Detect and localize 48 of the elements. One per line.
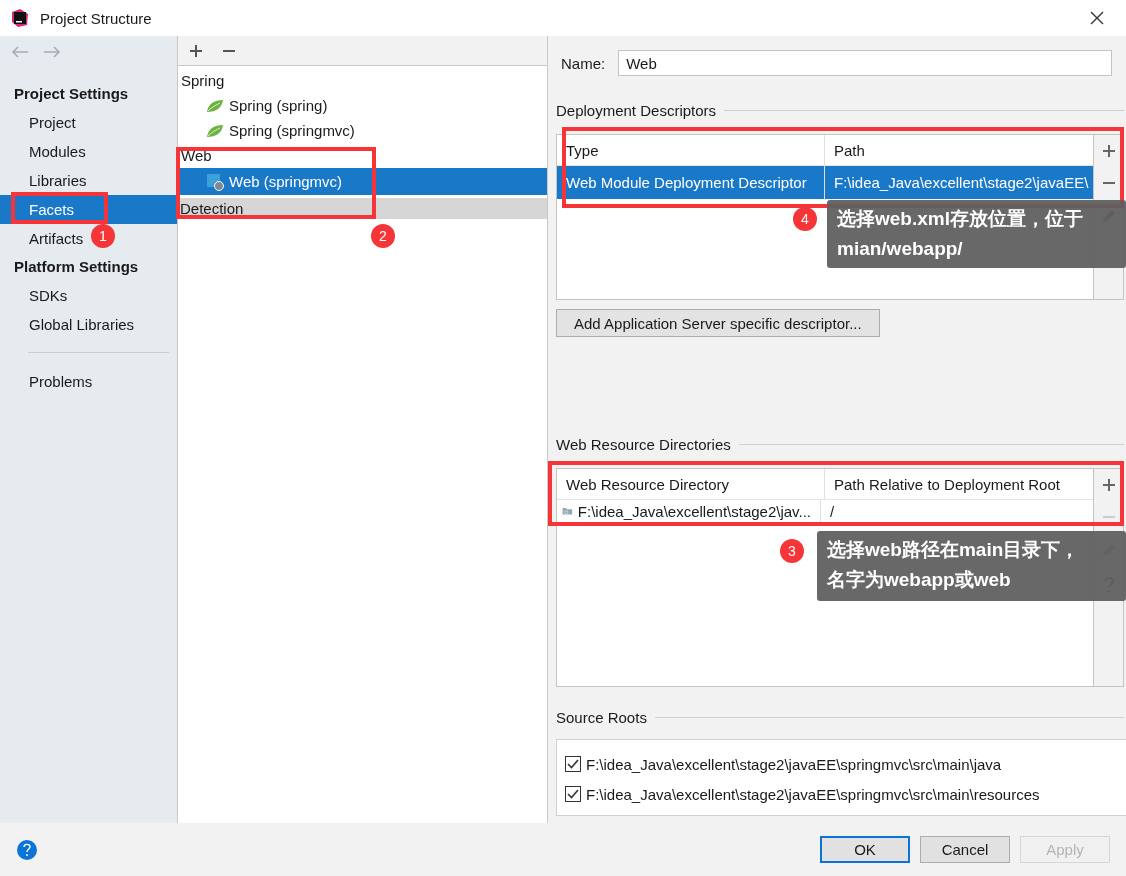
source-root-path: F:\idea_Java\excellent\stage2\javaEE\springmvc\src\main\resources: [586, 785, 1040, 803]
leaf-icon: [206, 123, 224, 138]
section-title: Web Resource Directories: [556, 436, 731, 453]
window-title: Project Structure: [40, 9, 153, 27]
table-row[interactable]: Web Module Deployment Descriptor F:\idea_Java\excellent\stage2\javaEE\: [557, 166, 1093, 199]
table-cell: Web Module Deployment Descriptor: [557, 166, 825, 199]
sidebar-item[interactable]: Problems: [29, 367, 93, 396]
sidebar-item[interactable]: SDKs: [29, 281, 68, 310]
column-header[interactable]: Web Resource Directory: [557, 469, 825, 499]
tree-group-label: Spring: [180, 71, 226, 91]
table-cell-text: /: [829, 501, 836, 522]
section-heading: Platform Settings: [13, 257, 140, 277]
sidebar-item[interactable]: Libraries: [29, 166, 87, 195]
column-header[interactable]: Path Relative to Deployment Root: [825, 469, 1093, 499]
sidebar-item[interactable]: Modules: [29, 137, 86, 166]
callout-tooltip: 选择web路径在main目录下，名字为webapp或web: [817, 531, 1126, 601]
name-field[interactable]: Web: [618, 50, 1112, 76]
dialog-button[interactable]: OK: [820, 836, 910, 863]
section-title: Deployment Descriptors: [556, 102, 717, 119]
checkbox[interactable]: [565, 756, 581, 772]
add-icon[interactable]: [1101, 478, 1116, 492]
web-module-icon: [206, 172, 224, 191]
tree-item[interactable]: Web (springmvc): [178, 168, 547, 195]
column-header[interactable]: Path: [825, 135, 1093, 165]
add-descriptor-button[interactable]: Add Application Server specific descriptor...: [556, 309, 880, 337]
source-root-path: F:\idea_Java\excellent\stage2\javaEE\springmvc\src\main\java: [586, 755, 1002, 773]
name-label: Name:: [561, 54, 606, 72]
sidebar-item[interactable]: Artifacts: [29, 224, 84, 253]
add-icon[interactable]: [189, 43, 203, 58]
callout-tooltip: 选择web.xml存放位置，位于mian/webapp/: [827, 200, 1126, 268]
section-title: Source Roots: [556, 709, 647, 726]
table-cell-text: F:\idea_Java\excellent\stage2\javaEE\: [833, 173, 1090, 193]
path-text: F:\idea_Java\excellent\stage2\jav...: [577, 502, 811, 520]
app-logo-icon: [10, 8, 30, 28]
leaf-icon: [206, 98, 224, 113]
add-icon[interactable]: [1101, 144, 1116, 158]
table-row[interactable]: F:\idea_Java\excellent\stage2\jav... /: [557, 500, 1093, 522]
sidebar-item[interactable]: Project: [29, 108, 76, 137]
column-header[interactable]: Type: [557, 135, 825, 165]
help-icon[interactable]: [16, 838, 38, 861]
checkbox[interactable]: [565, 786, 581, 802]
tree-group-label: Web: [180, 146, 213, 166]
close-icon[interactable]: [1090, 11, 1104, 25]
sidebar-item[interactable]: Global Libraries: [29, 310, 135, 339]
tree-item[interactable]: Spring (spring): [178, 93, 547, 118]
tree-item[interactable]: Spring (springmvc): [178, 118, 547, 143]
dialog-button[interactable]: Cancel: [920, 836, 1010, 863]
section-heading: Project Settings: [13, 84, 130, 104]
